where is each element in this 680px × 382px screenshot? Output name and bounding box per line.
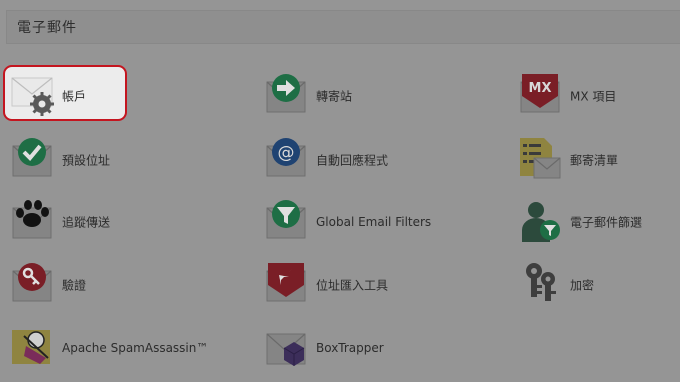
forwarders-item[interactable]: 轉寄站 [264,72,384,120]
address-importer-icon [266,263,306,302]
email-filters-item[interactable]: 電子郵件篩選 [518,198,658,246]
spamassassin-label: Apache SpamAssassin™ [62,341,209,355]
email-panel-header: 電子郵件 [6,10,680,44]
mx-entry-item[interactable]: MX MX 項目 [518,72,648,120]
mailing-lists-item[interactable]: 郵寄清單 [518,136,648,184]
mailing-lists-label: 郵寄清單 [570,153,619,168]
global-email-filters-label: Global Email Filters [316,215,432,229]
spamassassin-icon [12,330,50,364]
email-accounts-icon [11,77,54,116]
track-delivery-icon [12,200,52,239]
address-importer-item[interactable]: 位址匯入工具 [264,261,404,309]
autoresponders-item[interactable]: @ 自動回應程式 [264,136,404,184]
global-email-filters-item[interactable]: Global Email Filters [264,198,434,246]
authentication-label: 驗證 [62,278,87,293]
mx-entry-label: MX 項目 [570,89,617,104]
encryption-item[interactable]: 加密 [518,261,628,309]
forwarders-icon [266,74,306,113]
email-accounts-item[interactable]: 帳戶 [10,72,120,120]
autoresponders-label: 自動回應程式 [316,153,389,168]
mailing-lists-icon [520,138,561,179]
default-address-label: 預設位址 [62,153,111,168]
encryption-icon [526,263,556,301]
mx-entry-icon: MX [520,74,560,113]
spamassassin-item[interactable]: Apache SpamAssassin™ [10,324,210,372]
email-filters-label: 電子郵件篩選 [570,215,643,230]
email-accounts-label: 帳戶 [62,89,87,104]
panel-title: 電子郵件 [17,20,77,36]
default-address-item[interactable]: 預設位址 [10,136,130,184]
at-sign-text: @ [278,143,295,163]
boxtrapper-item[interactable]: BoxTrapper [264,324,404,372]
global-email-filters-icon [266,200,306,239]
boxtrapper-icon [266,333,306,366]
mx-badge-text: MX [529,81,552,96]
email-filters-icon [522,202,560,242]
address-importer-label: 位址匯入工具 [316,278,389,293]
encryption-label: 加密 [570,278,595,293]
track-delivery-label: 追蹤傳送 [62,215,111,230]
boxtrapper-label: BoxTrapper [316,341,384,355]
default-address-icon [12,138,52,177]
autoresponders-icon: @ [266,138,306,177]
authentication-icon [12,263,52,302]
authentication-item[interactable]: 驗證 [10,261,120,309]
track-delivery-item[interactable]: 追蹤傳送 [10,198,130,246]
forwarders-label: 轉寄站 [316,89,353,104]
